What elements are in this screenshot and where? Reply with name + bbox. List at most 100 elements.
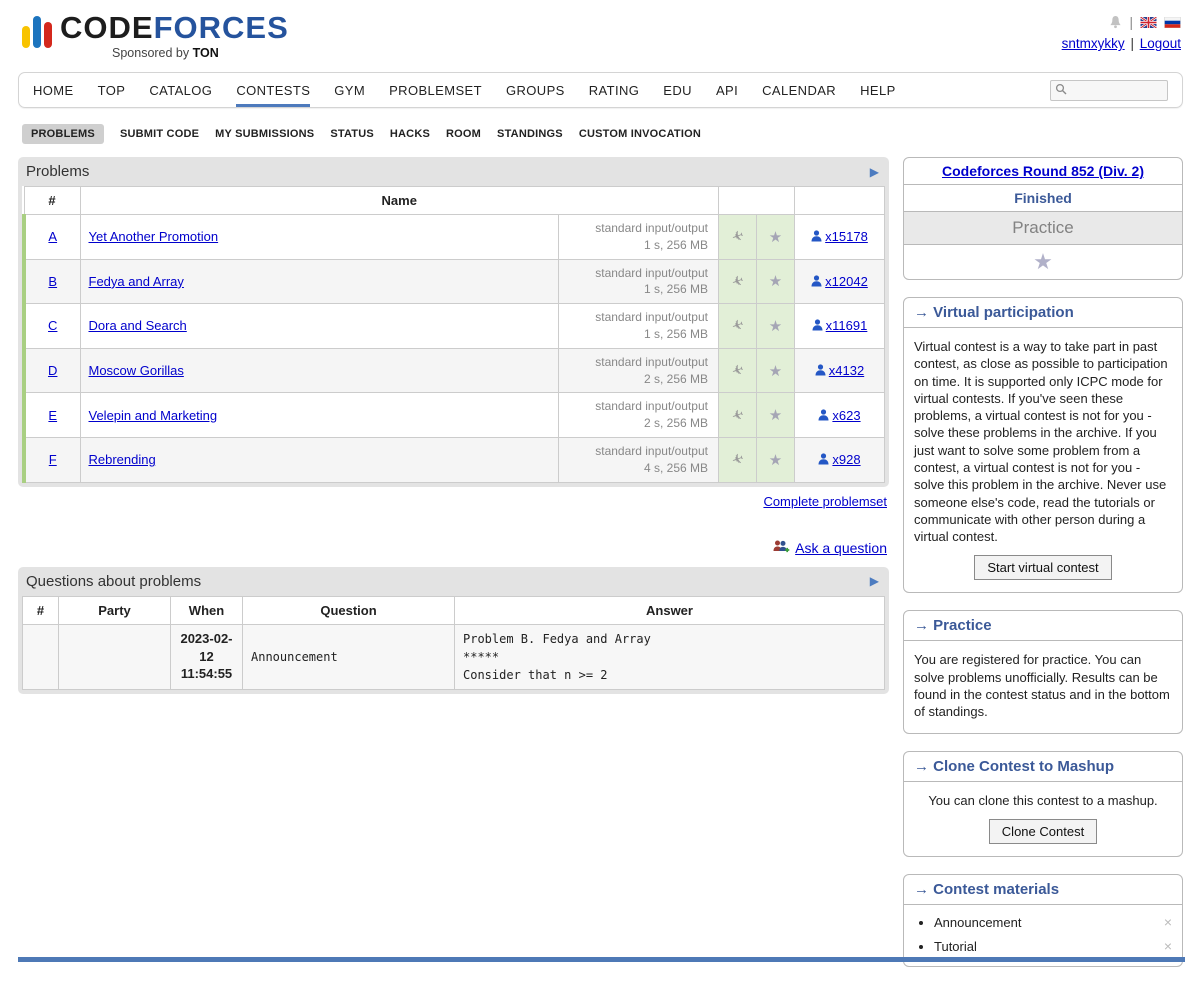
table-row: C Dora and Search standard input/output1… (24, 304, 885, 349)
paper-plane-icon[interactable]: ✈ (729, 450, 746, 470)
clone-contest-box: → Clone Contest to Mashup You can clone … (903, 751, 1183, 857)
contest-mode: Practice (904, 212, 1182, 245)
solved-count-link[interactable]: x12042 (825, 274, 868, 289)
problem-index-link[interactable]: E (48, 408, 57, 423)
sponsored-by-ton: Sponsored by TON (60, 46, 289, 60)
subnav-submit-code[interactable]: SUBMIT CODE (120, 128, 199, 140)
table-row: A Yet Another Promotion standard input/o… (24, 215, 885, 260)
search-input[interactable] (1071, 83, 1163, 97)
table-row: D Moscow Gorillas standard input/output2… (24, 348, 885, 393)
subnav-room[interactable]: ROOM (446, 128, 481, 140)
paper-plane-icon[interactable]: ✈ (729, 316, 746, 336)
io-type: standard input/output (567, 354, 708, 371)
problem-name-link[interactable]: Moscow Gorillas (89, 363, 184, 378)
contest-title-link[interactable]: Codeforces Round 852 (Div. 2) (942, 163, 1144, 179)
solved-count-link[interactable]: x928 (832, 452, 860, 467)
solved-count-link[interactable]: x15178 (825, 229, 868, 244)
subnav-standings[interactable]: STANDINGS (497, 128, 563, 140)
problem-limits: 1 s, 256 MB (567, 326, 708, 343)
subnav-hacks[interactable]: HACKS (390, 128, 430, 140)
solvers-person-icon (811, 275, 822, 287)
subnav-problems[interactable]: PROBLEMS (22, 124, 104, 144)
main-nav: HOME TOP CATALOG CONTESTS GYM PROBLEMSET… (18, 72, 1183, 108)
user-menu: sntmxykky | Logout (1062, 36, 1181, 51)
virtual-participation-text: Virtual contest is a way to take part in… (914, 338, 1172, 545)
russian-flag-icon[interactable] (1164, 17, 1181, 28)
complete-problemset-link[interactable]: Complete problemset (763, 494, 887, 509)
favorite-star-icon[interactable]: ★ (769, 363, 782, 380)
nav-item-edu[interactable]: EDU (663, 73, 692, 107)
ask-question-icon (772, 539, 790, 557)
subnav-my-submissions[interactable]: MY SUBMISSIONS (215, 128, 314, 140)
problem-index-link[interactable]: D (48, 363, 57, 378)
favorite-star-icon[interactable]: ★ (769, 273, 782, 290)
questions-table-container: Questions about problems ▶ # Party When … (18, 567, 889, 694)
problem-index-link[interactable]: C (48, 318, 57, 333)
material-announcement-link[interactable]: Announcement (934, 915, 1021, 930)
bell-icon[interactable] (1109, 15, 1122, 29)
english-flag-icon[interactable] (1140, 17, 1157, 28)
nav-item-catalog[interactable]: CATALOG (149, 73, 212, 107)
nav-item-help[interactable]: HELP (860, 73, 896, 107)
codeforces-logo[interactable]: CODEFORCES Sponsored by TON (22, 12, 289, 60)
logo-bars-icon (22, 16, 52, 60)
nav-item-groups[interactable]: GROUPS (506, 73, 565, 107)
solved-count-link[interactable]: x4132 (829, 363, 864, 378)
nav-item-home[interactable]: HOME (33, 73, 74, 107)
paper-plane-icon[interactable]: ✈ (729, 271, 746, 291)
favorite-star-icon[interactable]: ★ (769, 318, 782, 335)
col-header-question: Question (243, 596, 455, 624)
nav-item-top[interactable]: TOP (98, 73, 126, 107)
contest-status: Finished (904, 185, 1182, 212)
collapse-arrow-icon[interactable]: ▶ (870, 574, 879, 588)
problem-name-link[interactable]: Fedya and Array (89, 274, 184, 289)
material-item: Announcement × (934, 915, 1172, 930)
nav-item-calendar[interactable]: CALENDAR (762, 73, 836, 107)
problem-name-link[interactable]: Yet Another Promotion (89, 229, 219, 244)
username-link[interactable]: sntmxykky (1062, 36, 1125, 51)
subnav-custom-invocation[interactable]: CUSTOM INVOCATION (579, 128, 701, 140)
favorite-star-icon[interactable]: ★ (769, 407, 782, 424)
logo-bar-red (44, 22, 52, 48)
solved-count-link[interactable]: x11691 (826, 318, 868, 333)
logout-link[interactable]: Logout (1140, 36, 1181, 51)
paper-plane-icon[interactable]: ✈ (729, 405, 746, 425)
problem-limits: 1 s, 256 MB (567, 281, 708, 298)
nav-item-problemset[interactable]: PROBLEMSET (389, 73, 482, 107)
clone-contest-text: You can clone this contest to a mashup. (914, 792, 1172, 809)
problem-name-link[interactable]: Dora and Search (89, 318, 187, 333)
io-type: standard input/output (567, 309, 708, 326)
nav-item-contests[interactable]: CONTESTS (236, 73, 310, 107)
dismiss-icon[interactable]: × (1164, 914, 1172, 930)
nav-item-api[interactable]: API (716, 73, 738, 107)
favorite-star-icon[interactable]: ★ (769, 229, 782, 246)
collapse-arrow-icon[interactable]: ▶ (870, 165, 879, 179)
favorite-contest-star-icon[interactable]: ★ (1033, 249, 1053, 274)
paper-plane-icon[interactable]: ✈ (729, 361, 746, 381)
question-time: 11:54:55 (179, 665, 234, 683)
problem-name-link[interactable]: Rebrending (89, 452, 156, 467)
questions-caption: Questions about problems ▶ (22, 571, 885, 596)
nav-item-gym[interactable]: GYM (334, 73, 365, 107)
ask-question-link[interactable]: Ask a question (795, 540, 887, 556)
dismiss-icon[interactable]: × (1164, 938, 1172, 954)
problem-limits: 2 s, 256 MB (567, 415, 708, 432)
col-header-answer: Answer (455, 596, 885, 624)
start-virtual-contest-button[interactable]: Start virtual contest (974, 555, 1111, 580)
question-row: 2023-02-12 11:54:55 Announcement Problem… (23, 624, 885, 689)
solved-count-link[interactable]: x623 (832, 408, 860, 423)
problem-index-link[interactable]: F (49, 452, 57, 467)
separator: | (1129, 15, 1133, 30)
problem-index-link[interactable]: B (48, 274, 57, 289)
favorite-star-icon[interactable]: ★ (769, 452, 782, 469)
solvers-person-icon (811, 230, 822, 242)
problem-index-link[interactable]: A (48, 229, 57, 244)
material-tutorial-link[interactable]: Tutorial (934, 939, 977, 954)
clone-contest-button[interactable]: Clone Contest (989, 819, 1097, 844)
problem-limits: 2 s, 256 MB (567, 371, 708, 388)
solvers-person-icon (818, 453, 829, 465)
subnav-status[interactable]: STATUS (330, 128, 374, 140)
problem-name-link[interactable]: Velepin and Marketing (89, 408, 218, 423)
paper-plane-icon[interactable]: ✈ (729, 227, 746, 247)
nav-item-rating[interactable]: RATING (589, 73, 640, 107)
